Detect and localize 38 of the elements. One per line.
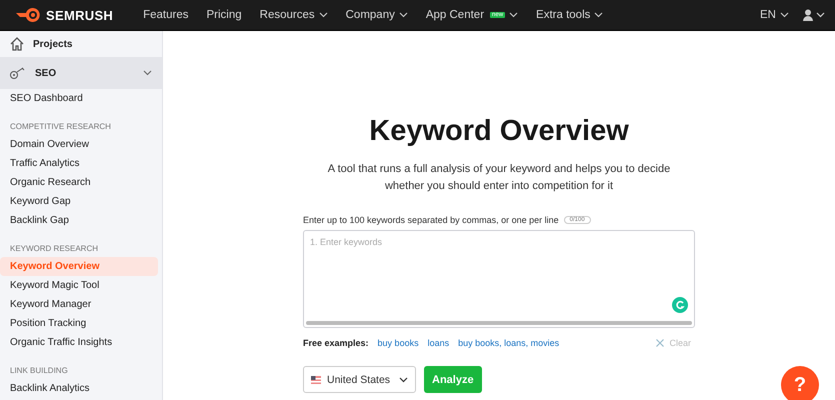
section-heading: LINK BUILDING [9, 365, 69, 377]
section-heading: COMPETITIVE RESEARCH [9, 121, 112, 133]
sidebar-item[interactable]: Organic Traffic Insights [0, 333, 158, 352]
language-menu[interactable]: EN [760, 9, 776, 21]
page-subtitle: A tool that runs a full analysis of your keyword and helps you to decide whether you should enter into competition for it [326, 162, 672, 194]
nav-link[interactable]: Features [143, 9, 188, 21]
nav-link[interactable]: Resources [260, 9, 315, 21]
key-icon [9, 66, 27, 80]
flag-icon [311, 376, 321, 384]
page-title: Keyword Overview [369, 115, 629, 148]
sidebar-item[interactable]: Keyword Gap [0, 192, 158, 211]
sidebar-item[interactable]: Domain Overview [0, 135, 158, 154]
sidebar-item[interactable]: Keyword Magic Tool [0, 276, 158, 295]
nav-link[interactable]: Extra tools [536, 9, 590, 21]
example-link[interactable]: buy books [378, 338, 419, 348]
nav-link[interactable]: Company [346, 9, 395, 21]
sidebar-item[interactable]: Keyword Manager [0, 295, 158, 314]
seo-section-header[interactable]: SEO [0, 57, 162, 89]
section-heading: KEYWORD RESEARCH [9, 243, 100, 255]
examples-label: Free examples: [303, 338, 369, 348]
country-select[interactable]: United States [303, 366, 416, 393]
house-icon [9, 36, 25, 52]
example-link[interactable]: buy books, loans, movies [458, 338, 560, 348]
nav-link[interactable]: Pricing [206, 9, 242, 21]
logo-text[interactable]: SEMRUSH [46, 8, 114, 22]
sidebar-item[interactable]: Backlink Gap [0, 211, 158, 230]
chevron-down-icon[interactable] [399, 376, 408, 382]
projects-label[interactable]: Projects [33, 38, 72, 50]
user-icon[interactable] [803, 9, 825, 21]
sidebar-item[interactable]: Backlink Analytics [0, 379, 158, 398]
input-label: Enter up to 100 keywords separated by commas, or one per line [303, 215, 559, 225]
sidebar-item[interactable]: Organic Research [0, 173, 158, 192]
seo-label[interactable]: SEO [35, 68, 135, 78]
sidebar-item[interactable]: SEO Dashboard [0, 89, 158, 108]
example-link[interactable]: loans [428, 338, 450, 348]
projects-link[interactable]: Projects [0, 31, 162, 57]
sidebar-item[interactable]: Position Tracking [0, 314, 158, 333]
sidebar-item[interactable]: Traffic Analytics [0, 154, 158, 173]
